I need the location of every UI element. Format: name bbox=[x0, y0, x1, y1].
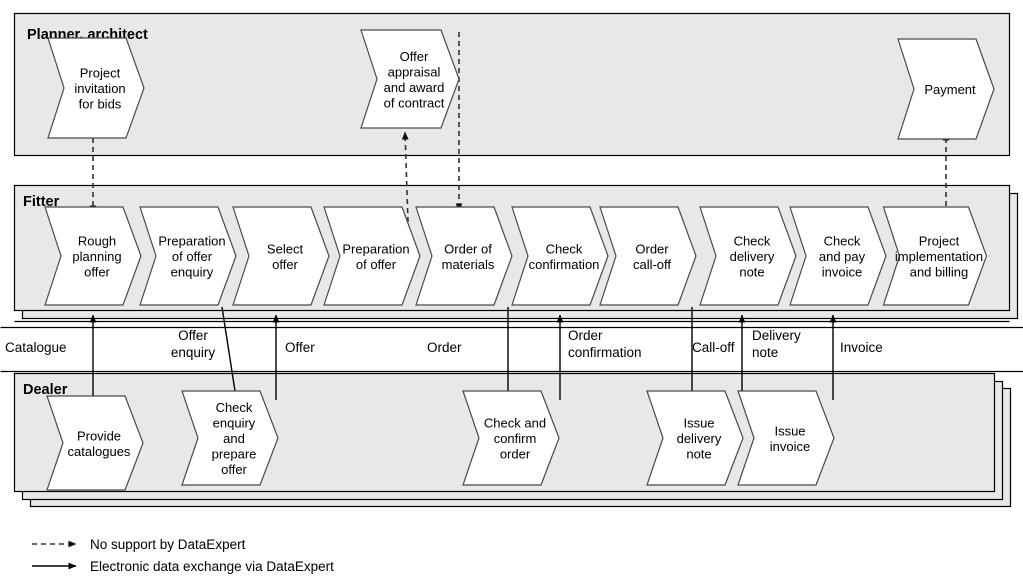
flow-label-order-confirmation: Order confirmation bbox=[568, 328, 642, 360]
activity-label: Order of materials bbox=[442, 241, 495, 272]
activity-label: Order call-off bbox=[633, 241, 671, 272]
activity-project-implementation-and-billing[interactable]: Project implementation and billing bbox=[882, 206, 988, 306]
legend: No support by DataExpert Electronic data… bbox=[32, 537, 334, 574]
activity-label: Payment bbox=[924, 82, 976, 97]
legend-solid-label: Electronic data exchange via DataExpert bbox=[90, 559, 334, 574]
diagram-canvas: Planner, architect Fitter Dealer Project… bbox=[0, 12, 1023, 574]
flow-label-order: Order bbox=[427, 340, 462, 355]
legend-dashed-row: No support by DataExpert bbox=[32, 537, 246, 552]
lane-planner-body bbox=[13, 12, 1011, 157]
legend-dashed-label: No support by DataExpert bbox=[90, 537, 246, 552]
process-diagram: Planner, architect Fitter Dealer Project… bbox=[0, 0, 1023, 585]
activity-label: Check and pay invoice bbox=[819, 234, 866, 280]
flow-label-delivery-note: Delivery note bbox=[752, 328, 801, 360]
flow-label-offer: Offer bbox=[285, 340, 315, 355]
flow-labels-layer: Catalogue Offer enquiry Offer Order Order conf… bbox=[5, 328, 883, 360]
lane-planner: Planner, architect bbox=[13, 12, 1011, 157]
flow-label-offer-enquiry: Offer enquiry bbox=[171, 328, 216, 360]
flow-label-catalogue: Catalogue bbox=[5, 340, 67, 355]
flow-label-invoice: Invoice bbox=[840, 340, 883, 355]
legend-solid-row: Electronic data exchange via DataExpert bbox=[32, 559, 334, 574]
flow-label-call-off: Call-off bbox=[692, 340, 735, 355]
activity-label: Project invitation for bids bbox=[74, 66, 125, 112]
activity-label: Issue invoice bbox=[770, 423, 810, 454]
